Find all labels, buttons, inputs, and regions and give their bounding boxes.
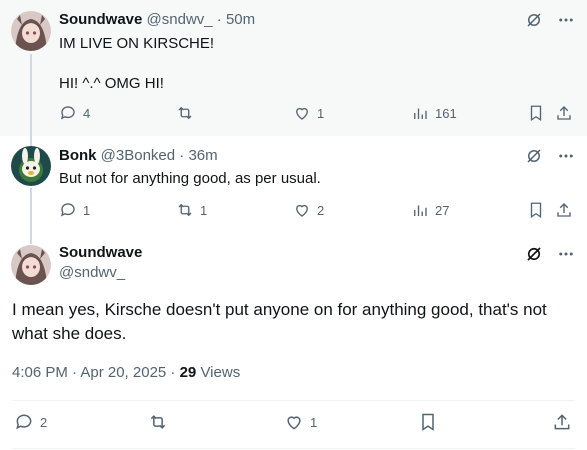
grok-icon[interactable] — [525, 245, 543, 263]
tweet-header: Soundwave @sndwv_ · 50m — [59, 10, 255, 30]
views-count: 27 — [435, 202, 450, 218]
tweet-text: IM LIVE ON KIRSCHE! HI! ^.^ OMG HI! — [59, 35, 215, 92]
views-count: 161 — [435, 105, 457, 121]
tweet-text: But not for anything good, as per usual. — [59, 170, 321, 187]
views-label: Views — [196, 364, 241, 381]
tweet-bonk[interactable]: Bonk @3Bonked · 36m But not for anything… — [0, 136, 587, 236]
repost-count: 1 — [200, 202, 208, 218]
tweet-meta: 4:06 PM · Apr 20, 2025 · 29 Views — [12, 364, 240, 381]
share-icon — [557, 106, 571, 120]
share-button[interactable] — [552, 412, 572, 432]
grok-icon[interactable] — [525, 11, 543, 29]
handle-and-time[interactable]: @3Bonked · 36m — [101, 147, 218, 164]
reply-icon — [16, 414, 32, 430]
divider — [12, 400, 575, 401]
like-icon — [296, 107, 308, 120]
reply-icon — [60, 203, 75, 217]
display-name[interactable]: Bonk — [59, 147, 97, 164]
reply-count: 2 — [40, 414, 48, 430]
display-name[interactable]: Soundwave — [59, 244, 142, 261]
like-icon — [296, 204, 308, 217]
like-button[interactable]: 1 — [293, 104, 324, 122]
share-icon — [557, 203, 571, 217]
repost-button[interactable]: 1 — [176, 201, 207, 219]
reply-button[interactable]: 4 — [59, 104, 90, 122]
repost-icon — [178, 203, 192, 217]
like-button[interactable]: 1 — [284, 412, 317, 432]
like-count: 1 — [310, 414, 318, 430]
avatar[interactable] — [11, 11, 51, 51]
bookmark-icon — [422, 413, 434, 431]
bookmark-icon — [530, 202, 542, 219]
like-count: 2 — [317, 202, 325, 218]
repost-button[interactable] — [176, 104, 200, 122]
avatar[interactable] — [11, 245, 51, 285]
bookmark-button[interactable] — [527, 104, 545, 122]
views-count: 29 — [179, 364, 197, 381]
repost-icon — [178, 106, 192, 120]
like-icon — [287, 416, 301, 430]
repost-icon — [150, 415, 166, 429]
views-button[interactable]: 27 — [411, 201, 449, 219]
bookmark-icon — [530, 105, 542, 122]
views-icon — [414, 205, 427, 216]
bookmark-button[interactable] — [527, 201, 545, 219]
tweet-header: Bonk @3Bonked · 36m — [59, 146, 218, 166]
more-icon[interactable] — [557, 147, 575, 165]
tweet-soundwave-1[interactable]: Soundwave @sndwv_ · 50m IM LIVE ON KIRSC… — [0, 0, 587, 136]
reply-count: 4 — [83, 105, 91, 121]
thread-line — [30, 188, 32, 236]
handle-and-time[interactable]: @sndwv_ · 50m — [147, 11, 256, 28]
share-button[interactable] — [555, 104, 573, 122]
main-tweet: Soundwave @sndwv_ I mean yes, Kirsche do… — [0, 236, 587, 450]
thread-line — [30, 136, 32, 146]
views-icon — [414, 108, 427, 119]
divider — [12, 448, 575, 449]
display-name[interactable]: Soundwave — [59, 11, 142, 28]
views-button[interactable]: 161 — [411, 104, 457, 122]
reply-button[interactable]: 1 — [59, 201, 90, 219]
like-count: 1 — [317, 105, 325, 121]
handle[interactable]: @sndwv_ — [59, 264, 125, 281]
thread-line — [30, 54, 32, 136]
more-icon[interactable] — [557, 245, 575, 263]
bookmark-button[interactable] — [418, 412, 438, 432]
repost-button[interactable] — [148, 412, 174, 432]
timestamp[interactable]: 4:06 PM · Apr 20, 2025 · — [12, 364, 180, 381]
like-button[interactable]: 2 — [293, 201, 324, 219]
reply-button[interactable]: 2 — [14, 412, 47, 432]
tweet-text: I mean yes, Kirsche doesn't put anyone o… — [12, 300, 547, 343]
more-icon[interactable] — [557, 11, 575, 29]
grok-icon[interactable] — [525, 147, 543, 165]
reply-icon — [60, 106, 75, 120]
share-button[interactable] — [555, 201, 573, 219]
reply-count: 1 — [83, 202, 91, 218]
share-icon — [554, 414, 570, 430]
avatar[interactable] — [11, 146, 51, 186]
thread-line — [30, 236, 32, 244]
